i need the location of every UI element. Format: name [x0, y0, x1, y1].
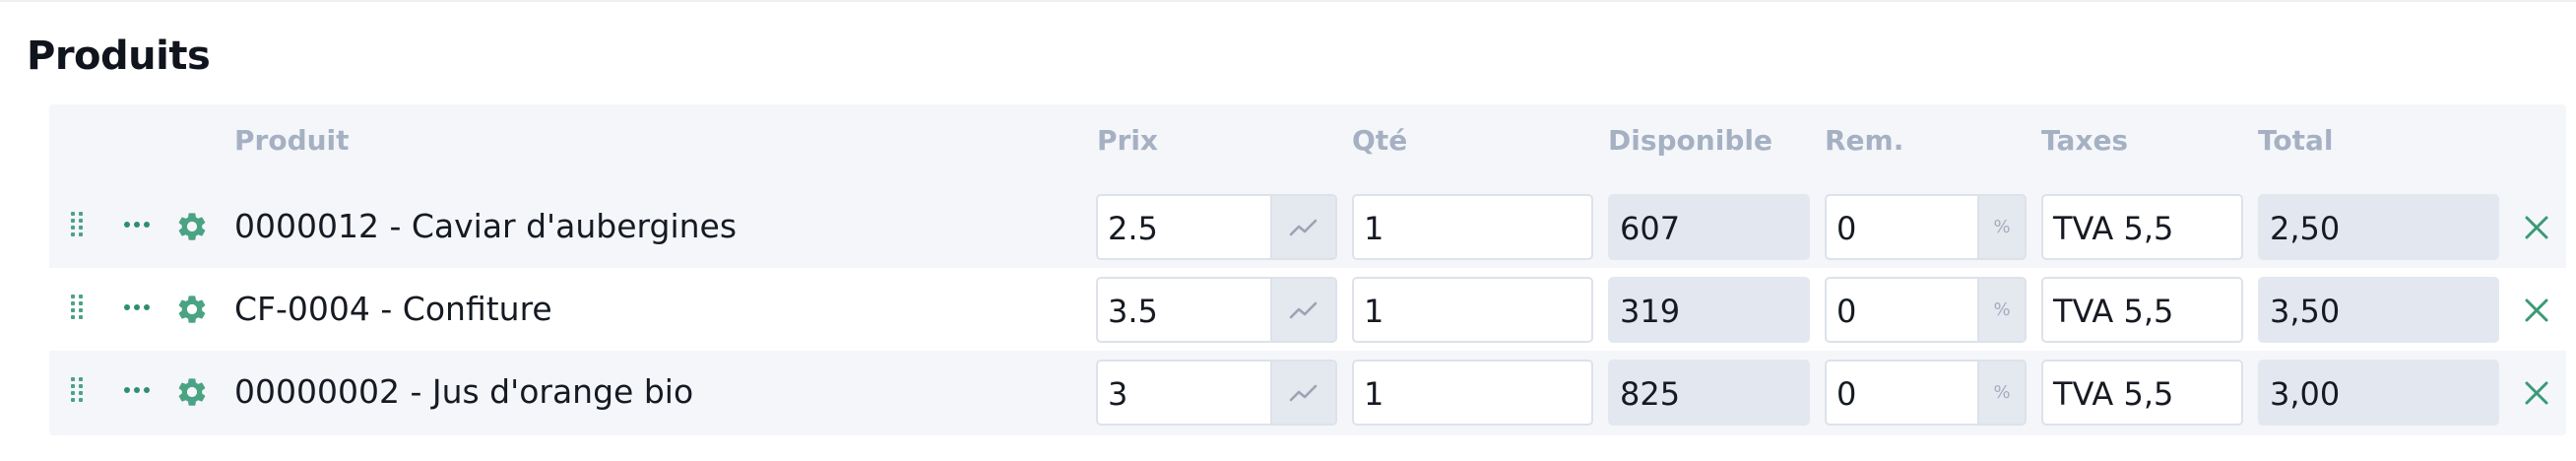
drag-handle-icon[interactable] [71, 377, 85, 407]
available-field: 607 [1608, 194, 1810, 260]
discount-value: 0 [1836, 210, 1857, 247]
gear-icon[interactable] [175, 375, 209, 409]
total-value: 2,50 [2270, 210, 2341, 247]
table-row: CF-0004 - Confiture 3.5 1 319 0 % TVA 5,… [49, 268, 2566, 351]
price-value: 2.5 [1108, 210, 1158, 247]
trend-chart-icon[interactable] [1270, 362, 1335, 424]
quantity-input[interactable]: 1 [1352, 194, 1593, 260]
price-value: 3 [1108, 375, 1128, 413]
quantity-value: 1 [1364, 210, 1385, 247]
price-value: 3.5 [1108, 293, 1158, 330]
taxes-value: TVA 5,5 [2053, 210, 2174, 247]
header-taxes: Taxes [2041, 124, 2129, 157]
gear-icon[interactable] [175, 293, 209, 326]
header-total: Total [2258, 124, 2334, 157]
trend-chart-icon[interactable] [1270, 279, 1335, 341]
percent-suffix: % [1977, 279, 2025, 341]
top-divider [0, 0, 2576, 2]
taxes-select[interactable]: TVA 5,5 [2041, 360, 2243, 426]
quantity-value: 1 [1364, 375, 1385, 413]
header-qty: Qté [1352, 124, 1408, 157]
available-value: 319 [1620, 293, 1681, 330]
total-field: 3,50 [2258, 277, 2499, 343]
price-input[interactable]: 3.5 [1096, 277, 1337, 343]
taxes-select[interactable]: TVA 5,5 [2041, 277, 2243, 343]
total-field: 3,00 [2258, 360, 2499, 426]
trend-chart-icon[interactable] [1270, 196, 1335, 258]
gear-icon[interactable] [175, 210, 209, 243]
close-icon[interactable] [2523, 379, 2550, 407]
total-field: 2,50 [2258, 194, 2499, 260]
taxes-select[interactable]: TVA 5,5 [2041, 194, 2243, 260]
percent-suffix: % [1977, 362, 2025, 424]
header-price: Prix [1097, 124, 1158, 157]
product-name[interactable]: CF-0004 - Confiture [234, 290, 552, 328]
quantity-value: 1 [1364, 293, 1385, 330]
price-input[interactable]: 2.5 [1096, 194, 1337, 260]
quantity-input[interactable]: 1 [1352, 277, 1593, 343]
available-field: 825 [1608, 360, 1810, 426]
products-table: Produit Prix Qté Disponible Rem. Taxes T… [49, 104, 2566, 435]
table-row: 0000012 - Caviar d'aubergines 2.5 1 607 … [49, 185, 2566, 268]
taxes-value: TVA 5,5 [2053, 293, 2174, 330]
close-icon[interactable] [2523, 214, 2550, 241]
available-value: 607 [1620, 210, 1681, 247]
header-discount: Rem. [1825, 124, 1904, 157]
discount-value: 0 [1836, 293, 1857, 330]
discount-input[interactable]: 0 % [1825, 360, 2027, 426]
section-title: Produits [27, 33, 211, 79]
quantity-input[interactable]: 1 [1352, 360, 1593, 426]
more-dots-icon[interactable] [124, 222, 150, 230]
header-available: Disponible [1608, 124, 1772, 157]
more-dots-icon[interactable] [124, 387, 150, 395]
total-value: 3,00 [2270, 375, 2341, 413]
percent-suffix: % [1977, 196, 2025, 258]
more-dots-icon[interactable] [124, 304, 150, 312]
discount-input[interactable]: 0 % [1825, 194, 2027, 260]
drag-handle-icon[interactable] [71, 295, 85, 324]
total-value: 3,50 [2270, 293, 2341, 330]
drag-handle-icon[interactable] [71, 212, 85, 241]
product-name[interactable]: 0000012 - Caviar d'aubergines [234, 207, 737, 245]
available-field: 319 [1608, 277, 1810, 343]
price-input[interactable]: 3 [1096, 360, 1337, 426]
discount-input[interactable]: 0 % [1825, 277, 2027, 343]
table-row: 00000002 - Jus d'orange bio 3 1 825 0 % … [49, 351, 2566, 433]
taxes-value: TVA 5,5 [2053, 375, 2174, 413]
product-name[interactable]: 00000002 - Jus d'orange bio [234, 372, 693, 411]
close-icon[interactable] [2523, 296, 2550, 324]
table-header: Produit Prix Qté Disponible Rem. Taxes T… [49, 104, 2566, 185]
available-value: 825 [1620, 375, 1681, 413]
header-product: Produit [234, 124, 350, 157]
discount-value: 0 [1836, 375, 1857, 413]
